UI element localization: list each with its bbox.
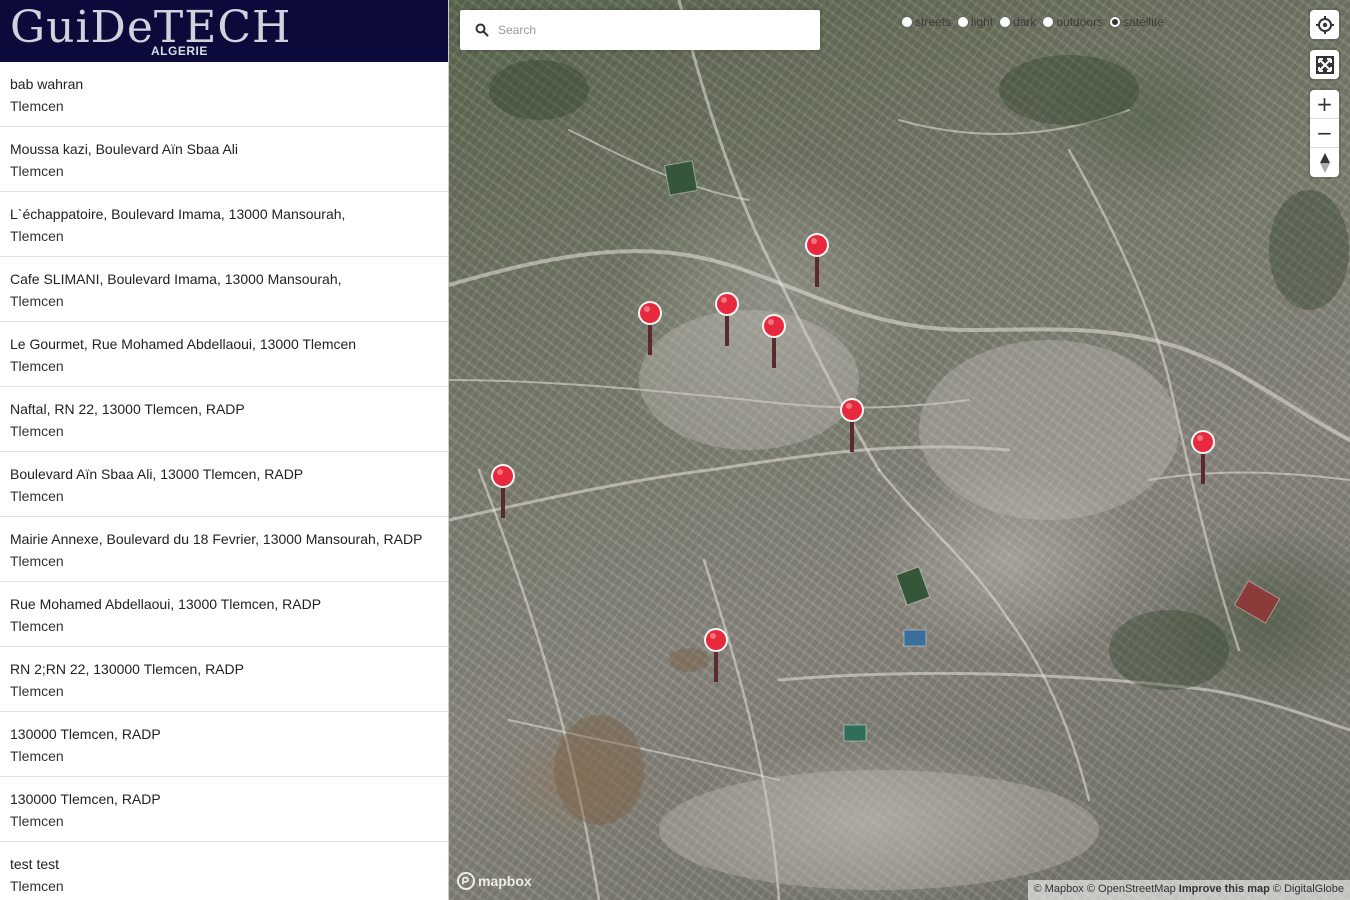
map-pin-icon xyxy=(805,233,829,287)
list-item[interactable]: L`échappatoire, Boulevard Imama, 13000 M… xyxy=(0,192,448,257)
mapbox-logo-icon xyxy=(457,872,475,890)
style-radio-dark[interactable] xyxy=(999,16,1012,28)
list-item[interactable]: Le Gourmet, Rue Mohamed Abdellaoui, 1300… xyxy=(0,322,448,387)
style-option-dark[interactable]: dark xyxy=(999,15,1036,29)
map-pin-icon xyxy=(704,628,728,682)
location-list: bab wahran Tlemcen Moussa kazi, Boulevard … xyxy=(0,62,448,900)
location-name: Moussa kazi, Boulevard Aïn Sbaa Ali xyxy=(10,141,239,157)
map-pin-icon xyxy=(762,314,786,368)
fullscreen-control xyxy=(1310,50,1339,79)
map-marker[interactable] xyxy=(838,396,866,456)
list-item[interactable]: test test Tlemcen xyxy=(0,842,448,900)
map-style-switcher: streets light dark outdoors satellite xyxy=(901,13,1170,31)
location-name: Boulevard Aïn Sbaa Ali, 13000 Tlemcen, R… xyxy=(10,466,304,482)
improve-map-link[interactable]: Improve this map xyxy=(1179,883,1270,895)
attribution-imagery[interactable]: © DigitalGlobe xyxy=(1273,883,1344,895)
style-radio-streets[interactable] xyxy=(901,16,913,28)
style-option-satellite[interactable]: satellite xyxy=(1109,15,1164,29)
attribution-mapbox[interactable]: © Mapbox xyxy=(1034,883,1084,895)
location-name: Rue Mohamed Abdellaoui, 13000 Tlemcen, R… xyxy=(10,596,322,612)
location-city: Tlemcen xyxy=(10,748,64,764)
zoom-out-button[interactable]: − xyxy=(1310,119,1339,148)
zoom-in-button[interactable]: + xyxy=(1310,90,1339,119)
location-city: Tlemcen xyxy=(10,553,64,569)
style-label-streets: streets xyxy=(915,15,952,29)
style-radio-satellite[interactable] xyxy=(1109,16,1122,28)
map-pin-icon xyxy=(491,464,515,518)
list-item[interactable]: Naftal, RN 22, 13000 Tlemcen, RADP Tlemce… xyxy=(0,387,448,452)
location-city: Tlemcen xyxy=(10,683,64,699)
location-city: Tlemcen xyxy=(10,813,64,829)
map-pin-icon xyxy=(1191,430,1215,484)
search-input[interactable] xyxy=(498,18,808,42)
location-city: Tlemcen xyxy=(10,618,64,634)
location-name: Naftal, RN 22, 13000 Tlemcen, RADP xyxy=(10,401,245,417)
location-name: Le Gourmet, Rue Mohamed Abdellaoui, 1300… xyxy=(10,336,357,352)
location-city: Tlemcen xyxy=(10,98,64,114)
compass-icon xyxy=(1319,152,1330,173)
map-marker[interactable] xyxy=(713,290,741,350)
style-label-dark: dark xyxy=(1013,15,1037,29)
fullscreen-icon xyxy=(1315,55,1334,74)
search-icon xyxy=(475,23,489,37)
map-view[interactable]: streets light dark outdoors satellite xyxy=(449,0,1350,900)
location-name: Mairie Annexe, Boulevard du 18 Fevrier, … xyxy=(10,531,423,547)
search-box[interactable] xyxy=(460,10,820,50)
map-marker[interactable] xyxy=(636,299,664,359)
location-name: 130000 Tlemcen, RADP xyxy=(10,726,161,742)
style-label-satellite: satellite xyxy=(1123,15,1164,29)
location-name: Cafe SLIMANI, Boulevard Imama, 13000 Man… xyxy=(10,271,342,287)
logo-subtitle: ALGERIE xyxy=(151,44,208,58)
location-city: Tlemcen xyxy=(10,358,64,374)
map-pin-icon xyxy=(840,398,864,452)
list-item[interactable]: 130000 Tlemcen, RADP Tlemcen xyxy=(0,712,448,777)
style-option-streets[interactable]: streets xyxy=(901,15,951,29)
location-city: Tlemcen xyxy=(10,293,64,309)
mapbox-logo-text: mapbox xyxy=(478,873,532,889)
attribution: © Mapbox © OpenStreetMap Improve this ma… xyxy=(1027,880,1350,900)
list-item[interactable]: Boulevard Aïn Sbaa Ali, 13000 Tlemcen, R… xyxy=(0,452,448,517)
map-marker[interactable] xyxy=(702,626,730,686)
location-city: Tlemcen xyxy=(10,488,64,504)
mapbox-logo[interactable]: mapbox xyxy=(457,872,532,890)
attribution-osm[interactable]: © OpenStreetMap xyxy=(1087,883,1176,895)
sidebar: GuiDeTECH ALGERIE bab wahran Tlemcen Mouss… xyxy=(0,0,449,900)
map-pin-icon xyxy=(638,301,662,355)
map-marker[interactable] xyxy=(803,231,831,291)
compass-button[interactable] xyxy=(1310,148,1339,177)
list-item[interactable]: 130000 Tlemcen, RADP Tlemcen xyxy=(0,777,448,842)
style-radio-outdoors[interactable] xyxy=(1042,16,1055,28)
list-item[interactable]: bab wahran Tlemcen xyxy=(0,62,448,127)
style-radio-light[interactable] xyxy=(957,16,970,28)
location-name: L`échappatoire, Boulevard Imama, 13000 M… xyxy=(10,206,346,222)
location-name: bab wahran xyxy=(10,76,84,92)
list-item[interactable]: Mairie Annexe, Boulevard du 18 Fevrier, … xyxy=(0,517,448,582)
crosshair-icon xyxy=(1315,15,1334,34)
geolocate-button[interactable] xyxy=(1310,10,1339,39)
navigation-control: + − xyxy=(1310,90,1339,177)
list-item[interactable]: RN 2;RN 22, 130000 Tlemcen, RADP Tlemcen xyxy=(0,647,448,712)
location-city: Tlemcen xyxy=(10,878,64,894)
fullscreen-button[interactable] xyxy=(1310,50,1339,79)
map-marker[interactable] xyxy=(1189,428,1217,488)
location-name: test test xyxy=(10,856,60,872)
location-name: RN 2;RN 22, 130000 Tlemcen, RADP xyxy=(10,661,244,677)
list-item[interactable]: Cafe SLIMANI, Boulevard Imama, 13000 Man… xyxy=(0,257,448,322)
location-city: Tlemcen xyxy=(10,423,64,439)
map-marker[interactable] xyxy=(489,462,517,522)
map-marker[interactable] xyxy=(760,312,788,372)
list-item[interactable]: Moussa kazi, Boulevard Aïn Sbaa Ali Tlemc… xyxy=(0,127,448,192)
location-city: Tlemcen xyxy=(10,163,64,179)
location-name: 130000 Tlemcen, RADP xyxy=(10,791,161,807)
geolocate-control xyxy=(1310,10,1339,39)
map-pin-icon xyxy=(715,292,739,346)
style-option-light[interactable]: light xyxy=(957,15,993,29)
location-city: Tlemcen xyxy=(10,228,64,244)
style-option-outdoors[interactable]: outdoors xyxy=(1042,15,1103,29)
list-item[interactable]: Rue Mohamed Abdellaoui, 13000 Tlemcen, R… xyxy=(0,582,448,647)
style-label-light: light xyxy=(971,15,994,29)
logo[interactable]: GuiDeTECH ALGERIE xyxy=(0,0,448,62)
style-label-outdoors: outdoors xyxy=(1056,15,1104,29)
